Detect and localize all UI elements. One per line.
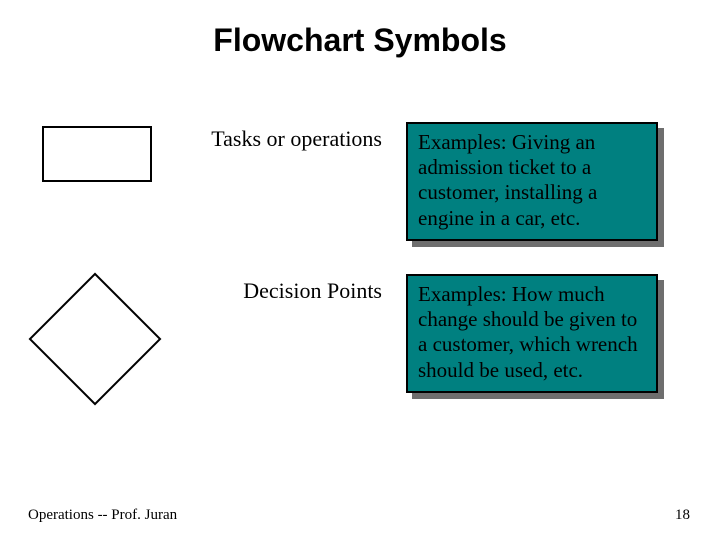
- example-text: Examples: Giving an admission ticket to …: [406, 122, 658, 241]
- slide-title: Flowchart Symbols: [0, 0, 720, 59]
- example-box-decision: Examples: How much change should be give…: [406, 274, 658, 393]
- example-text: Examples: How much change should be give…: [406, 274, 658, 393]
- page-number: 18: [675, 507, 690, 524]
- example-box-tasks: Examples: Giving an admission ticket to …: [406, 122, 658, 241]
- symbol-label: Decision Points: [178, 278, 388, 303]
- rectangle-icon: [42, 126, 152, 182]
- diamond-icon: [28, 272, 162, 406]
- footer-text: Operations -- Prof. Juran: [28, 507, 177, 524]
- symbol-label: Tasks or operations: [178, 126, 388, 151]
